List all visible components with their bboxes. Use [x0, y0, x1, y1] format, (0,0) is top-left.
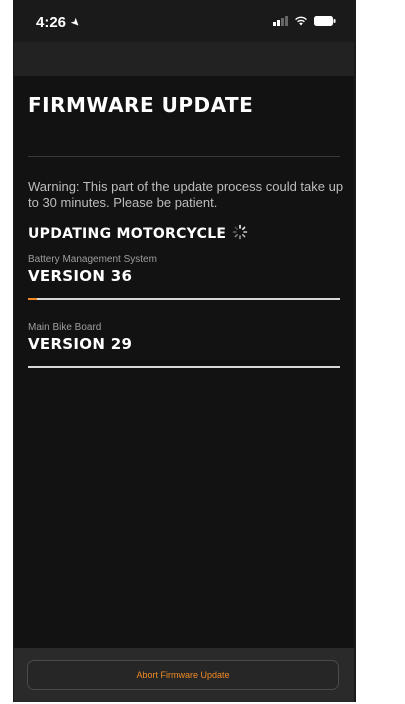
- status-time: 4:26 ➤: [36, 14, 83, 31]
- progress-bar: [28, 366, 340, 368]
- battery-icon: [314, 16, 336, 26]
- component-battery-management: Battery Management System VERSION 36: [28, 254, 340, 300]
- status-bar: 4:26 ➤: [14, 0, 354, 42]
- updating-status: UPDATING MOTORCYCLE: [28, 224, 248, 244]
- progress-bar: [28, 298, 340, 300]
- component-name: Battery Management System: [28, 254, 157, 265]
- updating-label: UPDATING MOTORCYCLE: [28, 226, 227, 242]
- component-name: Main Bike Board: [28, 322, 102, 333]
- status-icons: [273, 16, 336, 26]
- location-arrow-icon: ➤: [67, 15, 83, 31]
- cellular-signal-icon: [273, 16, 288, 26]
- wifi-icon: [294, 16, 308, 26]
- page-title: FIRMWARE UPDATE: [28, 93, 254, 117]
- divider: [28, 156, 340, 157]
- component-version: VERSION 36: [28, 267, 133, 285]
- warning-text: Warning: This part of the update process…: [28, 179, 344, 210]
- component-main-bike-board: Main Bike Board VERSION 29: [28, 322, 340, 368]
- component-version: VERSION 29: [28, 335, 133, 353]
- navigation-bar: [14, 42, 354, 76]
- clock-text: 4:26: [36, 14, 67, 31]
- abort-firmware-update-button[interactable]: Abort Firmware Update: [27, 660, 339, 690]
- main-content: FIRMWARE UPDATE Warning: This part of th…: [14, 76, 354, 648]
- loading-spinner-icon: [232, 224, 248, 244]
- phone-screen: 4:26 ➤ FIRMWARE UPDATE Warning: This par…: [13, 0, 356, 702]
- progress-fill: [28, 298, 38, 300]
- bottom-bar: Abort Firmware Update: [14, 648, 354, 702]
